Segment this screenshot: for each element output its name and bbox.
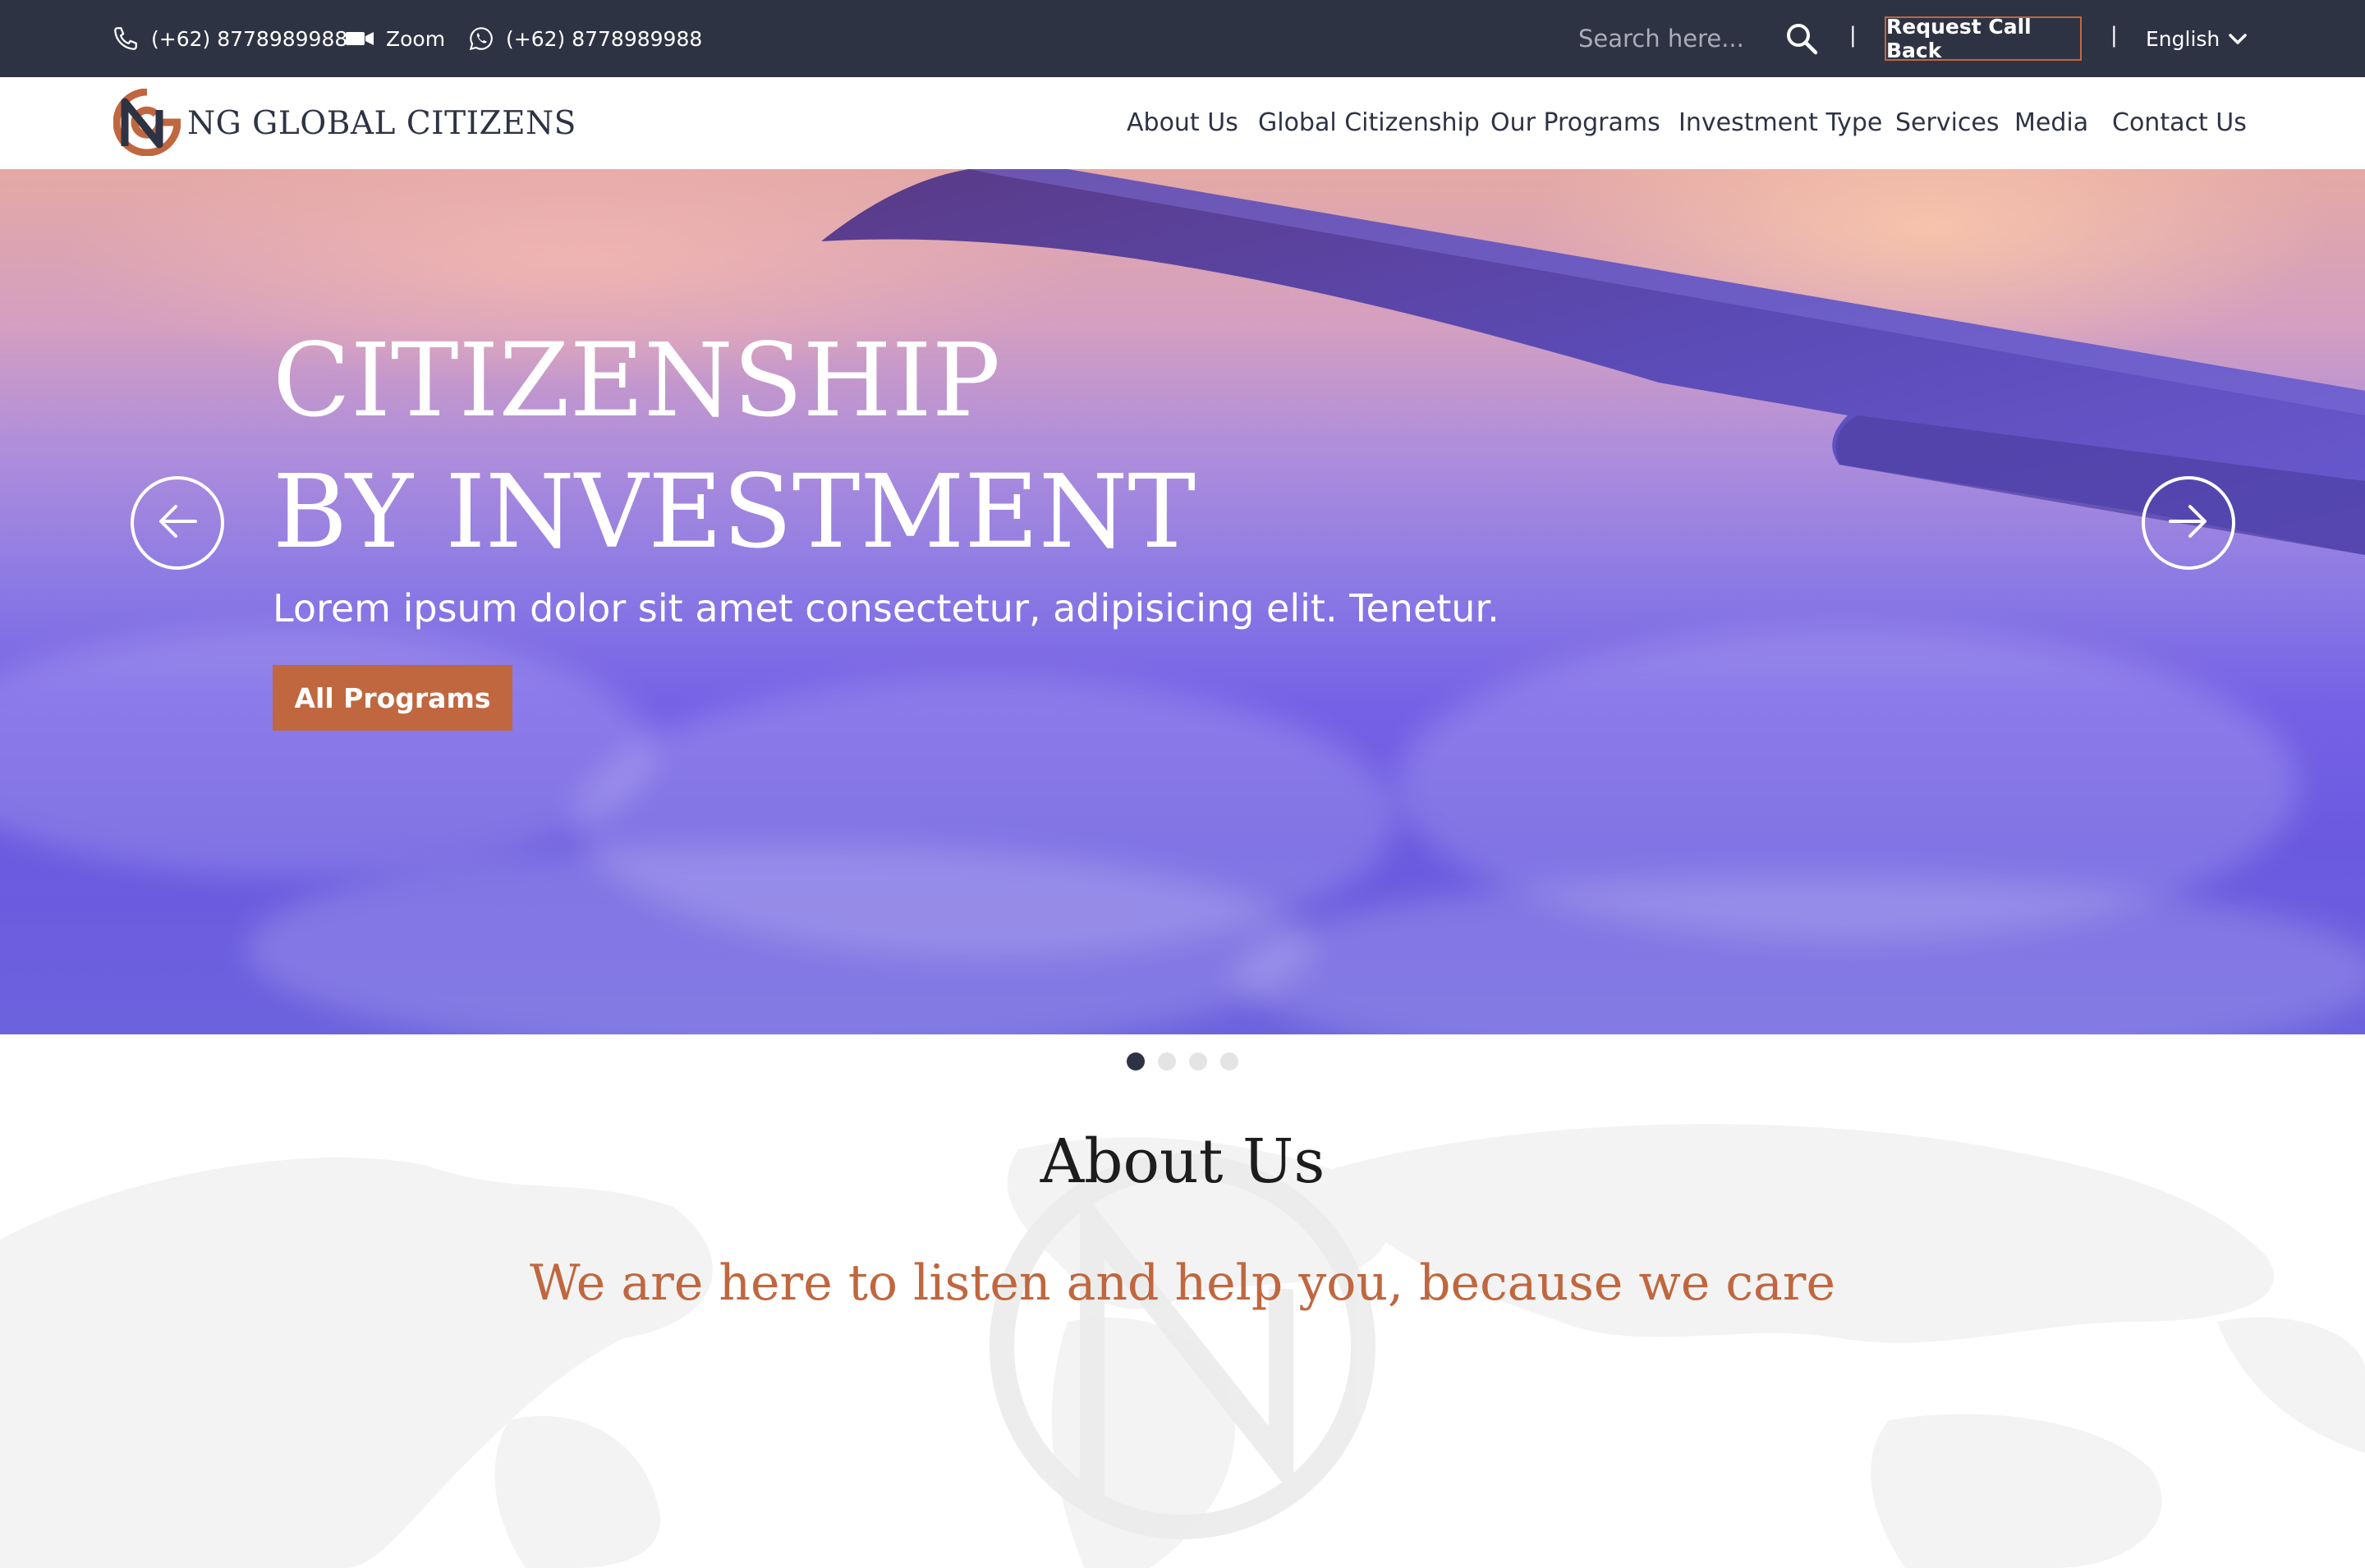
slide-dot-2[interactable] xyxy=(1158,1052,1176,1071)
zoom-contact[interactable]: Zoom xyxy=(345,0,445,77)
whatsapp-icon xyxy=(468,25,494,52)
hero-subtitle: Lorem ipsum dolor sit amet consectetur, … xyxy=(273,586,1499,630)
arrow-left-icon xyxy=(154,498,200,548)
slide-dot-4[interactable] xyxy=(1220,1052,1238,1071)
all-programs-button[interactable]: All Programs xyxy=(273,665,512,731)
request-call-back-button[interactable]: Request Call Back xyxy=(1885,15,2082,62)
search-input[interactable] xyxy=(1577,24,1793,53)
language-label: English xyxy=(2146,26,2220,51)
divider: | xyxy=(2110,23,2118,48)
brand-logo[interactable] xyxy=(113,88,181,157)
phone-contact[interactable]: (+62) 8778989988 xyxy=(112,0,347,77)
previous-slide-button[interactable] xyxy=(131,476,224,570)
about-us-tagline: We are here to listen and help you, beca… xyxy=(530,1254,1835,1312)
slide-dot-3[interactable] xyxy=(1189,1052,1207,1071)
arrow-right-icon xyxy=(2165,498,2211,548)
brand-name[interactable]: NG GLOBAL CITIZENS xyxy=(187,105,576,142)
video-camera-icon xyxy=(345,30,374,48)
phone-number: (+62) 8778989988 xyxy=(151,26,348,51)
nav-services[interactable]: Services xyxy=(1895,108,2000,137)
hero-slider: CITIZENSHIP BY INVESTMENT Lorem ipsum do… xyxy=(0,169,2365,1034)
chevron-down-icon xyxy=(2228,27,2248,51)
whatsapp-number: (+62) 8778989988 xyxy=(506,26,703,51)
about-us-heading: About Us xyxy=(1040,1126,1325,1197)
search-box xyxy=(1577,0,1793,77)
nav-investment-type[interactable]: Investment Type xyxy=(1678,108,1882,137)
nav-our-programs[interactable]: Our Programs xyxy=(1490,108,1660,137)
whatsapp-contact[interactable]: (+62) 8778989988 xyxy=(468,0,702,77)
phone-icon xyxy=(112,25,140,53)
nav-global-citizenship[interactable]: Global Citizenship xyxy=(1258,108,1480,137)
search-icon xyxy=(1784,24,1820,60)
divider: | xyxy=(1849,23,1857,48)
nav-contact-us[interactable]: Contact Us xyxy=(2112,108,2247,137)
hero-title-line2: BY INVESTMENT xyxy=(273,453,1196,571)
slide-dot-1[interactable] xyxy=(1127,1052,1145,1071)
search-button[interactable] xyxy=(1784,21,1820,57)
zoom-label: Zoom xyxy=(386,26,446,51)
main-navbar: NG GLOBAL CITIZENS About Us Global Citiz… xyxy=(0,77,2365,169)
nav-about-us[interactable]: About Us xyxy=(1127,108,1238,137)
language-selector[interactable]: English xyxy=(2146,0,2248,77)
top-utility-bar: (+62) 8778989988 Zoom (+62) 8778989988 |… xyxy=(0,0,2365,77)
nav-media[interactable]: Media xyxy=(2014,108,2088,137)
hero-title-line1: CITIZENSHIP xyxy=(273,322,1001,440)
next-slide-button[interactable] xyxy=(2142,476,2235,570)
